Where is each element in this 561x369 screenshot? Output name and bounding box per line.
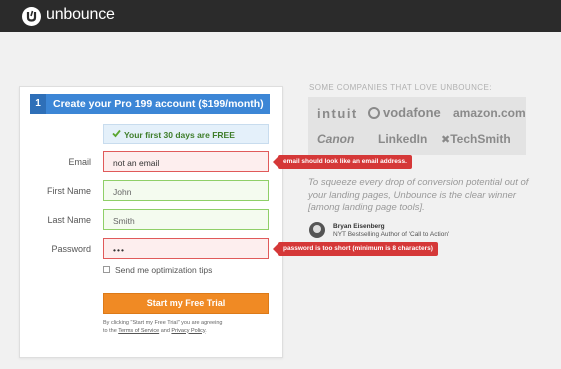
author-title: NYT Bestselling Author of 'Call to Actio… bbox=[333, 231, 450, 238]
linkedin-logo: LinkedIn bbox=[378, 132, 428, 146]
privacy-policy-link[interactable]: Privacy Policy bbox=[171, 328, 205, 334]
password-label: Password bbox=[51, 244, 91, 254]
card-header: 1 Create your Pro 199 account ($199/mont… bbox=[30, 94, 270, 114]
first-name-field[interactable]: John bbox=[103, 180, 269, 201]
optimization-tips-checkbox[interactable] bbox=[103, 266, 110, 273]
author-avatar bbox=[309, 222, 325, 238]
first-name-label: First Name bbox=[46, 186, 91, 196]
terms-of-service-link[interactable]: Terms of Service bbox=[118, 328, 159, 334]
free-trial-banner: Your first 30 days are FREE bbox=[103, 124, 269, 144]
testimonial-quote: To squeeze every drop of conversion pote… bbox=[308, 177, 529, 213]
free-trial-text: Your first 30 days are FREE bbox=[124, 130, 235, 140]
checkmark-icon bbox=[112, 129, 121, 138]
brand-name[interactable]: unbounce bbox=[46, 6, 115, 24]
companies-heading: SOME COMPANIES THAT LOVE UNBOUNCE: bbox=[309, 83, 492, 92]
author-name: Bryan Eisenberg bbox=[333, 223, 385, 230]
unbounce-logo-icon[interactable] bbox=[22, 7, 41, 26]
intuit-logo: intuit bbox=[317, 106, 358, 121]
vodafone-text: vodafone bbox=[383, 105, 441, 120]
last-name-field[interactable]: Smith bbox=[103, 209, 269, 230]
email-label: Email bbox=[68, 157, 91, 167]
optimization-tips-label[interactable]: Send me optimization tips bbox=[115, 265, 212, 275]
email-error-message: email should look like an email address. bbox=[273, 155, 412, 169]
card-title: Create your Pro 199 account ($199/month) bbox=[53, 98, 264, 110]
email-field[interactable]: not an email bbox=[103, 151, 269, 172]
last-name-label: Last Name bbox=[47, 215, 91, 225]
amazon-logo: amazon.com bbox=[453, 106, 526, 120]
top-bar: unbounce bbox=[0, 0, 561, 32]
legal-suffix: . bbox=[205, 327, 207, 334]
company-logos-panel: intuit vodafone amazon.com Canon LinkedI… bbox=[308, 97, 526, 155]
password-error-message: password is too short (minimum is 8 char… bbox=[273, 242, 438, 256]
step-number: 1 bbox=[30, 94, 46, 114]
legal-text: By clicking "Start my Free Trial" you ar… bbox=[103, 320, 228, 335]
canon-logo: Canon bbox=[317, 132, 355, 146]
start-free-trial-button[interactable]: Start my Free Trial bbox=[103, 293, 269, 314]
techsmith-text: TechSmith bbox=[450, 132, 511, 146]
techsmith-logo: ✖TechSmith bbox=[441, 132, 511, 146]
techsmith-icon: ✖ bbox=[441, 134, 451, 146]
vodafone-icon bbox=[368, 107, 380, 119]
password-field[interactable]: ••• bbox=[103, 238, 269, 259]
vodafone-logo: vodafone bbox=[368, 105, 441, 120]
legal-and: and bbox=[160, 327, 170, 334]
